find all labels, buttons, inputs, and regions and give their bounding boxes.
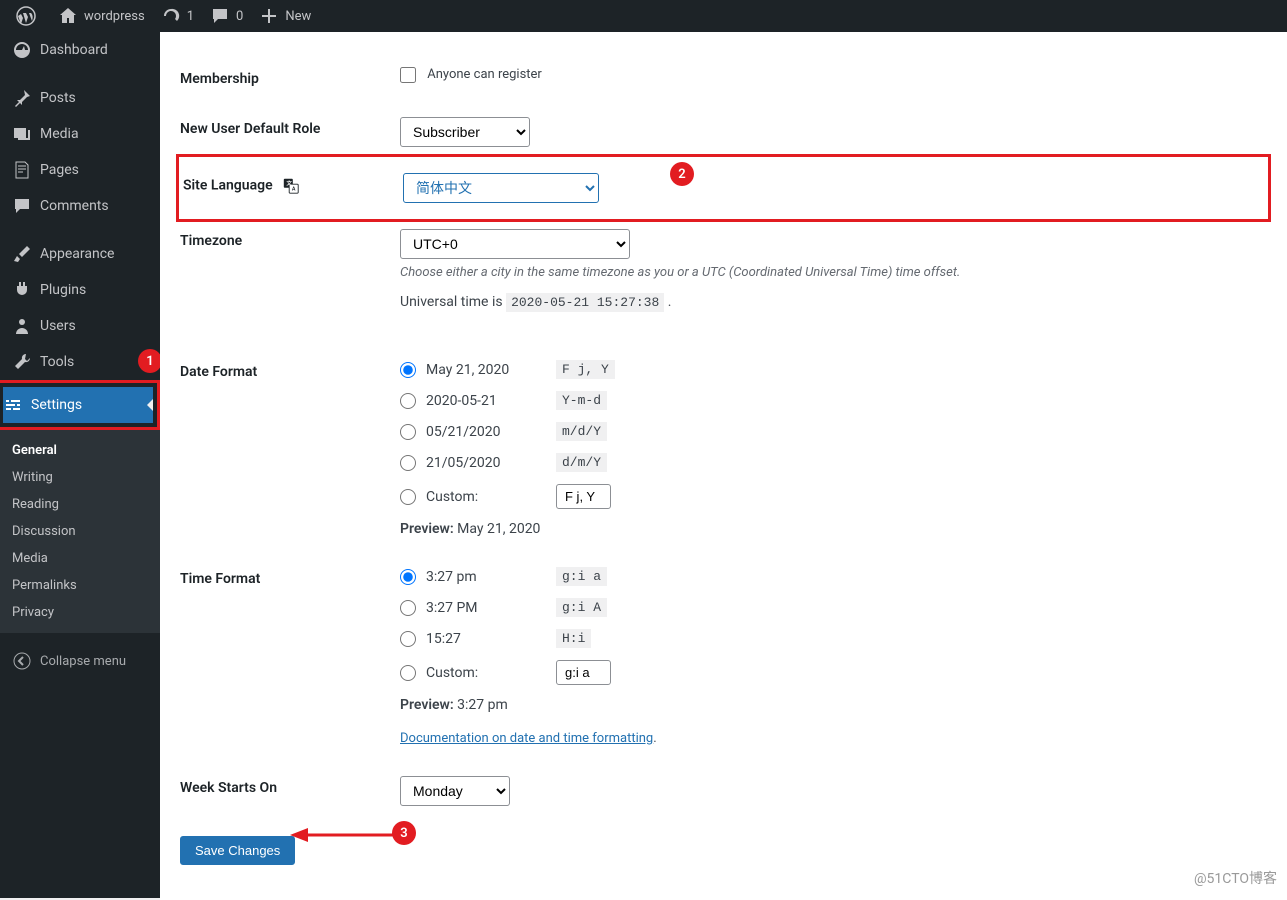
submenu-privacy[interactable]: Privacy [0, 599, 160, 626]
week-starts-label: Week Starts On [180, 776, 400, 796]
annotation-badge-3: 3 [392, 821, 416, 845]
date-format-radio-4[interactable] [400, 455, 416, 471]
comments-link[interactable]: 0 [202, 0, 251, 32]
menu-pages[interactable]: Pages [0, 152, 160, 188]
time-format-custom-input[interactable] [556, 660, 611, 685]
menu-dashboard[interactable]: Dashboard [0, 32, 160, 68]
time-format-radio-3[interactable] [400, 631, 416, 647]
anyone-register-checkbox[interactable] [400, 67, 416, 83]
pin-icon [12, 88, 32, 108]
updates-link[interactable]: 1 [153, 0, 202, 32]
save-changes-button[interactable]: Save Changes [180, 836, 295, 865]
time-preview: Preview: 3:27 pm [400, 697, 1267, 713]
admin-sidebar: Dashboard Posts Media Pages Comments App… [0, 32, 160, 898]
membership-label: Membership [180, 67, 400, 87]
date-format-custom-input[interactable] [556, 484, 611, 509]
menu-appearance[interactable]: Appearance [0, 236, 160, 272]
date-format-radio-custom[interactable] [400, 489, 416, 505]
wp-logo[interactable] [8, 0, 50, 32]
time-format-radio-custom[interactable] [400, 665, 416, 681]
svg-text:A: A [292, 187, 296, 193]
date-format-radio-3[interactable] [400, 424, 416, 440]
dashboard-icon [12, 40, 32, 60]
comment-icon [12, 196, 32, 216]
time-format-radio-1[interactable] [400, 569, 416, 585]
comment-icon [210, 6, 230, 26]
page-icon [12, 160, 32, 180]
sliders-icon [3, 395, 23, 415]
date-format-radio-1[interactable] [400, 362, 416, 378]
new-user-role-label: New User Default Role [180, 117, 400, 137]
site-name: wordpress [84, 9, 145, 24]
date-format-radio-2[interactable] [400, 393, 416, 409]
collapse-icon [12, 651, 32, 671]
week-starts-select[interactable]: Monday [400, 776, 510, 806]
menu-comments[interactable]: Comments [0, 188, 160, 224]
menu-users[interactable]: Users [0, 308, 160, 344]
universal-time: Universal time is 2020-05-21 15:27:38 . [400, 294, 1267, 310]
annotation-arrow [290, 823, 400, 847]
new-content-link[interactable]: New [251, 0, 319, 32]
timezone-select[interactable]: UTC+0 [400, 229, 630, 259]
menu-tools[interactable]: Tools [0, 344, 160, 380]
watermark: @51CTO博客 [1194, 868, 1277, 888]
menu-plugins[interactable]: Plugins [0, 272, 160, 308]
submenu-discussion[interactable]: Discussion [0, 518, 160, 545]
comments-count: 0 [236, 9, 243, 24]
brush-icon [12, 244, 32, 264]
new-label: New [285, 9, 311, 24]
updates-count: 1 [187, 9, 194, 24]
annotation-badge-1: 1 [138, 349, 160, 373]
wrench-icon [12, 352, 32, 372]
timezone-description: Choose either a city in the same timezon… [400, 265, 1267, 280]
datetime-doc-link[interactable]: Documentation on date and time formattin… [400, 731, 653, 746]
home-icon [58, 6, 78, 26]
anyone-register-label[interactable]: Anyone can register [400, 67, 542, 82]
highlight-language: Site Language 文A 简体中文 [176, 154, 1271, 222]
media-icon [12, 124, 32, 144]
site-language-label: Site Language 文A [183, 173, 403, 195]
settings-content: Membership Anyone can register New User … [160, 32, 1287, 900]
submenu-reading[interactable]: Reading [0, 491, 160, 518]
menu-media[interactable]: Media [0, 116, 160, 152]
submenu-media[interactable]: Media [0, 545, 160, 572]
menu-posts[interactable]: Posts [0, 80, 160, 116]
time-format-label: Time Format [180, 567, 400, 587]
annotation-badge-2: 2 [670, 162, 694, 186]
site-language-select[interactable]: 简体中文 [403, 173, 599, 203]
translate-icon: 文A [282, 177, 300, 195]
admin-toolbar: wordpress 1 0 New [0, 0, 1287, 32]
submenu-general[interactable]: General [0, 437, 160, 464]
wordpress-icon [16, 6, 36, 26]
date-format-label: Date Format [180, 360, 400, 380]
menu-settings[interactable]: Settings [3, 387, 153, 423]
date-preview: Preview: May 21, 2020 [400, 521, 1267, 537]
default-role-select[interactable]: Subscriber [400, 117, 530, 147]
plugin-icon [12, 280, 32, 300]
site-link[interactable]: wordpress [50, 0, 153, 32]
refresh-icon [161, 6, 181, 26]
highlight-settings: Settings [0, 380, 160, 430]
time-format-radio-2[interactable] [400, 600, 416, 616]
collapse-menu-button[interactable]: Collapse menu [0, 643, 160, 679]
settings-submenu: General Writing Reading Discussion Media… [0, 430, 160, 633]
submenu-writing[interactable]: Writing [0, 464, 160, 491]
plus-icon [259, 6, 279, 26]
submenu-permalinks[interactable]: Permalinks [0, 572, 160, 599]
timezone-label: Timezone [180, 229, 400, 249]
user-icon [12, 316, 32, 336]
